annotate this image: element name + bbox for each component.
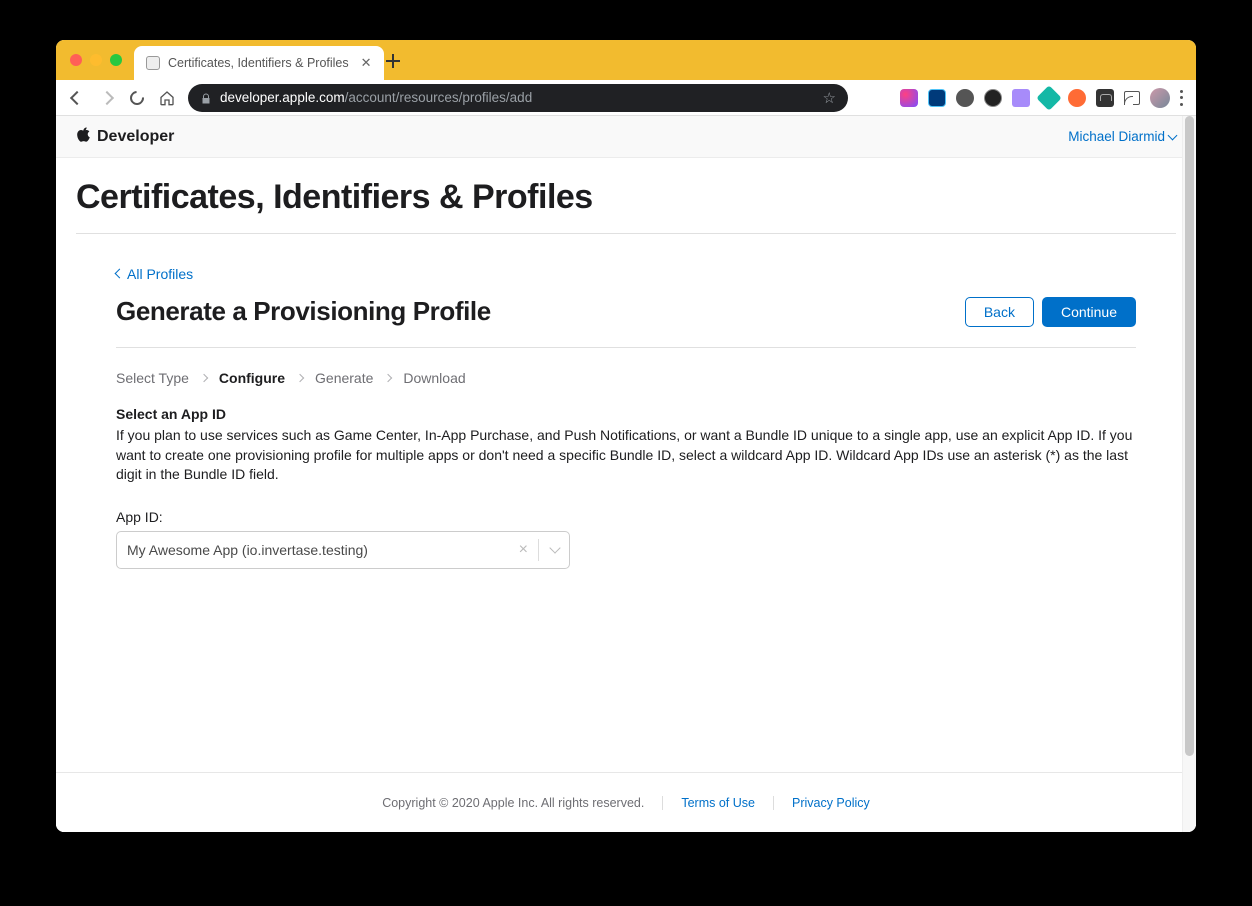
extension-icons — [900, 88, 1184, 108]
home-button[interactable] — [158, 89, 176, 107]
tab-favicon — [146, 56, 160, 70]
footer-divider — [662, 796, 663, 810]
url-host: developer.apple.com — [220, 90, 345, 105]
scrollbar-thumb[interactable] — [1185, 116, 1194, 756]
developer-header: Developer Michael Diarmid — [56, 116, 1196, 158]
tab-title: Certificates, Identifiers & Profiles — [168, 56, 349, 70]
tab-close-icon[interactable]: ✕ — [361, 55, 372, 71]
copyright-text: Copyright © 2020 Apple Inc. All rights r… — [382, 796, 644, 810]
lock-icon — [200, 92, 210, 104]
step-generate: Generate — [315, 370, 373, 386]
new-tab-button[interactable] — [386, 54, 400, 68]
chevron-right-icon — [200, 374, 208, 382]
extension-icon[interactable] — [1068, 89, 1086, 107]
window-maximize-button[interactable] — [110, 54, 122, 66]
step-breadcrumb: Select Type Configure Generate Download — [116, 348, 1136, 406]
dropdown-toggle[interactable] — [538, 539, 559, 561]
profile-avatar[interactable] — [1150, 88, 1170, 108]
app-id-select[interactable]: My Awesome App (io.invertase.testing) × — [116, 531, 570, 569]
page-content: Developer Michael Diarmid Certificates, … — [56, 116, 1196, 832]
step-select-type[interactable]: Select Type — [116, 370, 189, 386]
chevron-left-icon — [115, 269, 125, 279]
user-menu[interactable]: Michael Diarmid — [1068, 129, 1176, 144]
user-name: Michael Diarmid — [1068, 129, 1165, 144]
step-configure: Configure — [219, 370, 285, 386]
url-path: /account/resources/profiles/add — [345, 90, 533, 105]
window-close-button[interactable] — [70, 54, 82, 66]
page-footer: Copyright © 2020 Apple Inc. All rights r… — [56, 772, 1196, 832]
browser-menu-button[interactable] — [1180, 90, 1184, 106]
chevron-down-icon — [549, 542, 560, 553]
terms-link[interactable]: Terms of Use — [681, 796, 755, 810]
step-download: Download — [403, 370, 465, 386]
section-heading: Generate a Provisioning Profile — [116, 296, 491, 327]
chevron-down-icon — [1168, 130, 1178, 140]
extension-icon[interactable] — [984, 89, 1002, 107]
browser-window: Certificates, Identifiers & Profiles ✕ d… — [56, 40, 1196, 832]
window-titlebar: Certificates, Identifiers & Profiles ✕ — [56, 40, 1196, 80]
nav-back-button[interactable] — [68, 89, 86, 107]
window-controls — [70, 54, 122, 66]
browser-tab[interactable]: Certificates, Identifiers & Profiles ✕ — [134, 46, 384, 80]
extension-icon[interactable] — [956, 89, 974, 107]
chevron-right-icon — [384, 374, 392, 382]
privacy-link[interactable]: Privacy Policy — [792, 796, 870, 810]
browser-toolbar: developer.apple.com/account/resources/pr… — [56, 80, 1196, 116]
section-description: If you plan to use services such as Game… — [116, 426, 1136, 485]
extension-icon[interactable] — [1036, 85, 1061, 110]
nav-forward-button[interactable] — [98, 89, 116, 107]
app-id-selected-value: My Awesome App (io.invertase.testing) — [127, 542, 509, 558]
extension-icon[interactable] — [900, 89, 918, 107]
page-title: Certificates, Identifiers & Profiles — [76, 178, 1176, 234]
all-profiles-link[interactable]: All Profiles — [116, 266, 193, 282]
window-minimize-button[interactable] — [90, 54, 102, 66]
developer-brand-label: Developer — [97, 128, 174, 146]
back-link-label: All Profiles — [127, 266, 193, 282]
back-button[interactable]: Back — [965, 297, 1034, 327]
section-label: Select an App ID — [116, 406, 1136, 422]
continue-button[interactable]: Continue — [1042, 297, 1136, 327]
apple-logo-icon[interactable] — [76, 126, 91, 148]
extension-icon[interactable] — [1012, 89, 1030, 107]
chevron-right-icon — [296, 374, 304, 382]
clear-selection-icon[interactable]: × — [509, 541, 538, 559]
reload-button[interactable] — [128, 89, 146, 107]
footer-divider — [773, 796, 774, 810]
scrollbar-track[interactable] — [1182, 116, 1196, 832]
cast-icon[interactable] — [1124, 91, 1140, 105]
app-id-label: App ID: — [116, 509, 1136, 525]
extension-icon[interactable] — [1096, 89, 1114, 107]
bookmark-star-icon[interactable]: ☆ — [823, 89, 836, 107]
extension-icon[interactable] — [928, 89, 946, 107]
address-bar[interactable]: developer.apple.com/account/resources/pr… — [188, 84, 848, 112]
